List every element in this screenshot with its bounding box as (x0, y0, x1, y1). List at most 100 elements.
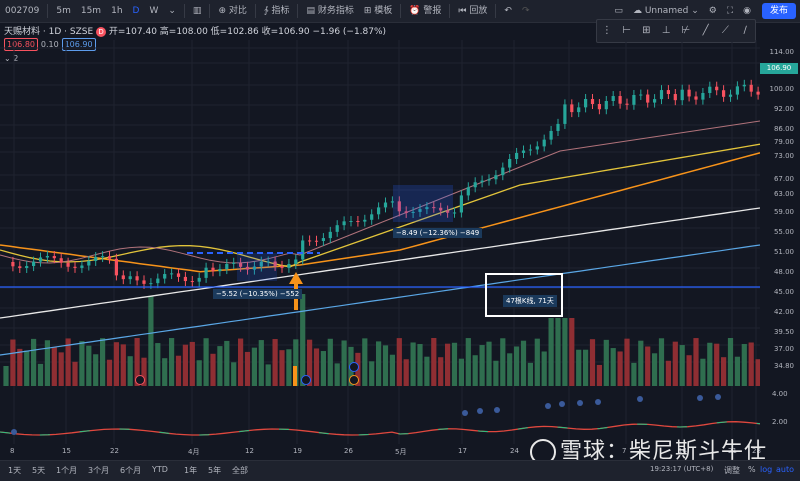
candle (135, 276, 139, 281)
fork-icon[interactable]: ⊢ (621, 25, 633, 37)
range-button[interactable]: 全部 (232, 465, 248, 476)
candle (577, 107, 581, 113)
candle (722, 90, 726, 97)
event-badge-icon[interactable] (301, 375, 311, 385)
measure-box-2[interactable] (393, 185, 453, 222)
candle (25, 266, 29, 268)
chart-type-icon[interactable]: ▥ (188, 0, 207, 22)
price-axis[interactable]: 114.00108.00100.0092.0086.0079.0073.0067… (760, 40, 800, 382)
range-button[interactable]: 1年 (184, 465, 197, 476)
candle (45, 256, 49, 258)
volume-bar (631, 362, 637, 386)
event-badge-icon[interactable] (135, 375, 145, 385)
indicator-icon: ∱ (263, 6, 269, 16)
candle (735, 86, 739, 95)
candle (501, 167, 505, 176)
compare-button[interactable]: ⊕ 对比 (213, 0, 251, 22)
divider (495, 4, 497, 18)
price-chart[interactable] (0, 40, 760, 444)
volume-bar (645, 346, 651, 386)
price-tick: 67.00 (773, 175, 794, 183)
volume-bar (44, 340, 50, 386)
templates-button[interactable]: ⊞ 模板 (359, 0, 397, 22)
range-button[interactable]: YTD (152, 465, 168, 474)
interval-5m[interactable]: 5m (51, 0, 76, 22)
candle (528, 149, 532, 151)
volume-bar (286, 349, 292, 386)
range-button[interactable]: 3个月 (88, 465, 109, 476)
auto-toggle[interactable]: auto (776, 465, 794, 474)
divider (297, 4, 299, 18)
undo-icon[interactable]: ↶ (499, 0, 517, 22)
osc-marker (577, 400, 583, 406)
interval-d[interactable]: D (128, 0, 145, 22)
candle (549, 130, 553, 140)
symbol-name[interactable]: 天赐材料 (4, 27, 40, 37)
trendline-icon[interactable]: ╱ (700, 25, 712, 37)
volume-bar (624, 338, 630, 386)
alarm-icon: ⏰ (409, 6, 421, 16)
brush-icon[interactable]: ∕ (739, 25, 751, 37)
price-tick: 55.00 (773, 228, 794, 236)
interval-dropdown-icon[interactable]: ⌄ (163, 0, 181, 22)
osc-marker (715, 394, 721, 400)
percent-toggle[interactable]: % (748, 465, 756, 474)
range-button[interactable]: 5年 (208, 465, 221, 476)
drag-handle-icon[interactable]: ⋮ (601, 25, 613, 37)
range-button[interactable]: 5天 (32, 465, 45, 476)
volume-bar (465, 338, 471, 386)
redo-icon[interactable]: ↷ (517, 0, 535, 22)
candle (508, 159, 512, 168)
volume-bar (313, 348, 320, 386)
volume-bar (507, 353, 513, 386)
bar-count-label[interactable]: 47根K线, 71天 (503, 295, 557, 307)
volume-bar (244, 351, 251, 386)
position-icon[interactable]: ⊥ (660, 25, 672, 37)
symbol-search[interactable]: 002709 (0, 0, 44, 22)
range-button[interactable]: 1个月 (56, 465, 77, 476)
osc-marker (595, 399, 601, 405)
volume-bar (396, 338, 402, 386)
measure-box-1[interactable] (237, 253, 277, 281)
status-dot: D (96, 26, 107, 37)
log-toggle[interactable]: log (760, 465, 772, 474)
replay-button[interactable]: ⏮ 回放 (453, 0, 492, 22)
volume-bar (300, 294, 306, 386)
adjust-toggle[interactable]: 调整 (724, 465, 740, 476)
publish-button[interactable]: 发布 (762, 3, 796, 19)
candle (377, 207, 381, 215)
range-button[interactable]: 1天 (8, 465, 21, 476)
ray-icon[interactable]: ⟋ (719, 25, 731, 37)
candle (383, 202, 388, 208)
range-button[interactable]: 6个月 (120, 465, 141, 476)
price-tick: 63.00 (773, 190, 794, 198)
volume-bar (210, 353, 216, 386)
alert-button[interactable]: ⏰ 警报 (404, 0, 446, 22)
divider (254, 4, 256, 18)
pitchfork-icon[interactable]: ⊬ (680, 25, 692, 37)
event-badge-icon[interactable] (349, 362, 359, 372)
divider (183, 4, 185, 18)
osc-marker (477, 408, 483, 414)
financials-button[interactable]: ▤ 财务指标 (301, 0, 358, 22)
measure-label-2[interactable]: −8.49 (−12.36%) −849 (393, 228, 483, 238)
indicators-button[interactable]: ∱ 指标 (259, 0, 295, 22)
price-tick: 51.00 (773, 248, 794, 256)
gann-icon[interactable]: ⊞ (640, 25, 652, 37)
candle (142, 280, 146, 284)
candle (639, 94, 643, 96)
volume-bar (638, 340, 644, 386)
volume-bar (155, 343, 161, 386)
interval-w[interactable]: W (144, 0, 163, 22)
candle (466, 187, 470, 196)
volume-bar (596, 364, 602, 386)
volume-bar (79, 341, 85, 386)
measure-label-1[interactable]: −5.52 (−10.35%) −552 (213, 289, 303, 299)
candle (570, 104, 574, 113)
volume-bar (700, 358, 706, 386)
interval-15m[interactable]: 15m (76, 0, 106, 22)
volume-bar (362, 338, 368, 386)
event-badge-icon[interactable] (349, 375, 359, 385)
candle (73, 266, 77, 268)
interval-1h[interactable]: 1h (106, 0, 127, 22)
